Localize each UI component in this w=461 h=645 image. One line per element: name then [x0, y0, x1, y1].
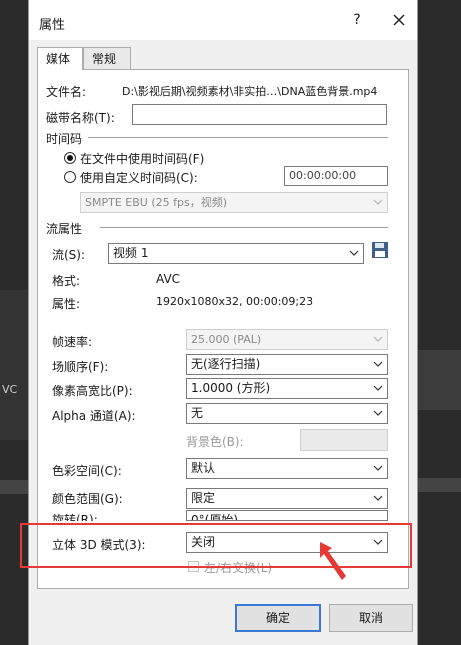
red-arrow-icon — [320, 542, 346, 580]
chevron-down-icon — [373, 361, 383, 367]
chevron-down-icon — [373, 199, 383, 205]
rotation-value: 0°(原始) — [191, 513, 238, 521]
file-name-value: D:\影视后期\视频素材\非实拍…\DNA蓝色背景.mp4 — [122, 85, 378, 98]
frame-rate-value: 25.000 (PAL) — [191, 333, 262, 346]
chevron-down-icon — [373, 495, 383, 501]
cancel-button[interactable]: 取消 — [329, 604, 413, 632]
color-space-value: 默认 — [191, 461, 216, 475]
help-button[interactable]: ? — [345, 8, 369, 32]
timecode-format-select: SMPTE EBU (25 fps，视频) — [80, 192, 388, 213]
rotation-label: 旋转(R): — [52, 513, 98, 521]
use-custom-timecode-label[interactable]: 使用自定义时间码(C): — [80, 169, 198, 186]
pixel-aspect-value: 1.0000 (方形) — [191, 381, 271, 395]
background-clip-label: VC — [2, 383, 18, 396]
floppy-disk-icon — [372, 242, 388, 258]
alpha-channel-select[interactable]: 无 — [186, 403, 388, 424]
use-custom-timecode-radio[interactable] — [64, 171, 76, 183]
alpha-channel-value: 无 — [191, 406, 204, 420]
tab-media[interactable]: 媒体 — [37, 47, 83, 70]
media-panel: 文件名: D:\影视后期\视频素材\非实拍…\DNA蓝色背景.mp4 磁带名称(… — [37, 69, 409, 589]
frame-rate-label: 帧速率: — [52, 335, 93, 349]
ok-button[interactable]: 确定 — [235, 604, 321, 632]
stream-select-value: 视频 1 — [113, 246, 149, 260]
stream-select[interactable]: 视频 1 — [108, 243, 364, 264]
color-range-select[interactable]: 限定 — [186, 488, 388, 509]
background-color-label: 背景色(B): — [186, 435, 244, 449]
pixel-aspect-label: 像素高宽比(P): — [52, 384, 133, 398]
stream-label: 流(S): — [52, 248, 86, 262]
file-name-label: 文件名: — [46, 85, 87, 99]
chevron-down-icon — [349, 250, 359, 256]
chevron-down-icon — [373, 336, 383, 342]
field-order-value: 无(逐行扫描) — [191, 357, 261, 371]
use-file-timecode-label[interactable]: 在文件中使用时间码(F) — [80, 150, 204, 167]
custom-timecode-input[interactable]: 00:00:00:00 — [284, 166, 388, 186]
color-space-select[interactable]: 默认 — [186, 458, 388, 479]
properties-label: 属性: — [52, 297, 81, 311]
format-value: AVC — [156, 272, 181, 286]
chevron-down-icon — [373, 385, 383, 391]
title-bar: 属性 ? — [29, 0, 417, 40]
tape-name-input[interactable] — [132, 104, 387, 125]
frame-rate-select: 25.000 (PAL) — [186, 329, 388, 350]
color-range-value: 限定 — [191, 491, 216, 505]
timecode-section-label: 时间码 — [46, 132, 83, 146]
color-space-label: 色彩空间(C): — [52, 464, 122, 478]
properties-value: 1920x1080x32, 00:00:09;23 — [156, 295, 314, 308]
field-order-select[interactable]: 无(逐行扫描) — [186, 354, 388, 375]
timecode-format-value: SMPTE EBU (25 fps，视频) — [85, 196, 227, 209]
dialog-title: 属性 — [39, 18, 66, 33]
rotation-select[interactable]: 0°(原始) — [186, 510, 388, 521]
background-color-button — [300, 429, 388, 451]
tab-general[interactable]: 常规 — [83, 47, 131, 69]
background-track — [0, 290, 28, 440]
use-file-timecode-radio[interactable] — [64, 152, 76, 164]
background-timeline-left — [0, 480, 28, 494]
close-icon — [393, 14, 405, 26]
field-order-label: 场顺序(F): — [52, 360, 109, 374]
chevron-down-icon — [373, 410, 383, 416]
tape-name-label: 磁带名称(T): — [46, 111, 115, 125]
stream-section-label: 流属性 — [46, 222, 83, 236]
timecode-separator — [88, 137, 388, 138]
close-button[interactable] — [385, 6, 413, 34]
save-stream-icon[interactable] — [371, 241, 389, 259]
custom-timecode-value: 00:00:00:00 — [289, 169, 357, 182]
pixel-aspect-select[interactable]: 1.0000 (方形) — [186, 378, 388, 399]
stream-separator — [100, 227, 388, 228]
color-range-label: 颜色范围(G): — [52, 492, 123, 506]
chevron-down-icon — [373, 465, 383, 471]
background-track-right — [418, 350, 461, 410]
format-label: 格式: — [52, 274, 81, 288]
background-timeline-right — [418, 478, 461, 492]
alpha-channel-label: Alpha 通道(A): — [52, 409, 136, 423]
